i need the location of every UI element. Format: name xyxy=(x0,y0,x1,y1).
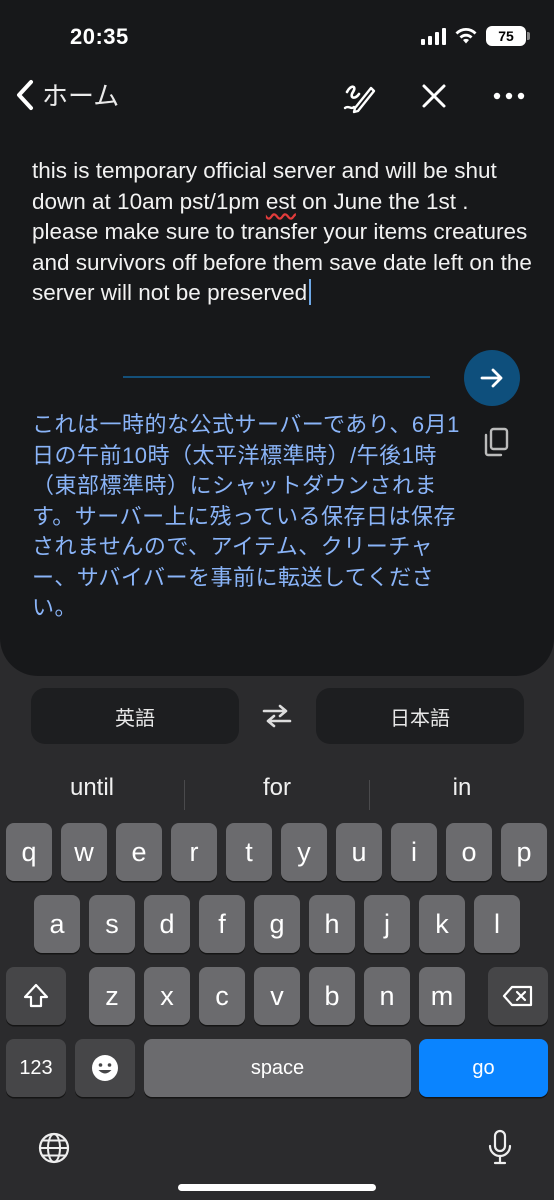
cellular-signal-icon xyxy=(421,27,446,45)
microphone-icon xyxy=(488,1129,512,1165)
source-language-button[interactable]: 英語 xyxy=(31,688,239,744)
key-t[interactable]: t xyxy=(226,823,272,881)
key-y[interactable]: y xyxy=(281,823,327,881)
key-i[interactable]: i xyxy=(391,823,437,881)
key-h[interactable]: h xyxy=(309,895,355,953)
key-v[interactable]: v xyxy=(254,967,300,1025)
backspace-icon xyxy=(502,985,533,1007)
key-r[interactable]: r xyxy=(171,823,217,881)
key-q[interactable]: q xyxy=(6,823,52,881)
close-button[interactable] xyxy=(416,78,452,114)
key-g[interactable]: g xyxy=(254,895,300,953)
emoji-key[interactable] xyxy=(75,1039,135,1097)
globe-icon xyxy=(38,1132,70,1164)
copy-icon xyxy=(484,427,509,457)
key-e[interactable]: e xyxy=(116,823,162,881)
suggestion-bar: until for in xyxy=(0,766,554,810)
back-label: ホーム xyxy=(42,81,120,111)
key-x[interactable]: x xyxy=(144,967,190,1025)
key-f[interactable]: f xyxy=(199,895,245,953)
status-bar: 20:35 75 xyxy=(0,0,554,72)
go-key[interactable]: go xyxy=(419,1039,548,1097)
backspace-key[interactable] xyxy=(488,967,548,1025)
back-button[interactable]: ホーム xyxy=(14,76,119,113)
key-j[interactable]: j xyxy=(364,895,410,953)
key-k[interactable]: k xyxy=(419,895,465,953)
numbers-key[interactable]: 123 xyxy=(6,1039,66,1097)
swap-languages-button[interactable] xyxy=(258,698,296,734)
key-l[interactable]: l xyxy=(474,895,520,953)
swap-icon xyxy=(262,704,292,728)
emoji-icon xyxy=(92,1055,118,1081)
suggestion-item[interactable]: until xyxy=(0,766,184,810)
key-w[interactable]: w xyxy=(61,823,107,881)
status-time: 20:35 xyxy=(70,24,129,49)
handwriting-icon xyxy=(343,85,376,114)
key-a[interactable]: a xyxy=(34,895,80,953)
microphone-button[interactable] xyxy=(482,1128,518,1168)
source-text-input[interactable]: this is temporary official server and wi… xyxy=(32,156,532,309)
handwriting-button[interactable] xyxy=(341,78,377,114)
status-icons: 75 xyxy=(421,26,530,46)
key-n[interactable]: n xyxy=(364,967,410,1025)
wifi-icon xyxy=(455,28,477,44)
translated-text: これは一時的な公式サーバーであり、6月1日の午前10時（太平洋標準時）/午後1時… xyxy=(32,412,460,620)
space-key[interactable]: space xyxy=(144,1039,411,1097)
shift-key[interactable] xyxy=(6,967,66,1025)
divider xyxy=(123,376,430,378)
key-d[interactable]: d xyxy=(144,895,190,953)
text-cursor xyxy=(309,279,312,305)
key-u[interactable]: u xyxy=(336,823,382,881)
key-b[interactable]: b xyxy=(309,967,355,1025)
key-p[interactable]: p xyxy=(501,823,547,881)
arrow-right-icon xyxy=(480,368,503,388)
globe-button[interactable] xyxy=(36,1130,72,1166)
more-icon xyxy=(493,92,525,100)
nav-bar: ホーム xyxy=(0,72,554,120)
more-button[interactable] xyxy=(491,78,527,114)
misspelled-word[interactable]: est xyxy=(266,189,296,214)
close-icon xyxy=(422,84,446,108)
shift-icon xyxy=(23,983,49,1008)
key-z[interactable]: z xyxy=(89,967,135,1025)
key-o[interactable]: o xyxy=(446,823,492,881)
battery-icon: 75 xyxy=(486,26,530,46)
copy-button[interactable] xyxy=(478,424,514,460)
key-s[interactable]: s xyxy=(89,895,135,953)
translate-button[interactable] xyxy=(464,350,520,406)
suggestion-item[interactable]: for xyxy=(185,766,369,810)
key-m[interactable]: m xyxy=(419,967,465,1025)
chevron-left-icon xyxy=(17,79,33,110)
home-indicator xyxy=(178,1184,376,1191)
target-language-button[interactable]: 日本語 xyxy=(316,688,524,744)
key-c[interactable]: c xyxy=(199,967,245,1025)
suggestion-item[interactable]: in xyxy=(370,766,554,810)
